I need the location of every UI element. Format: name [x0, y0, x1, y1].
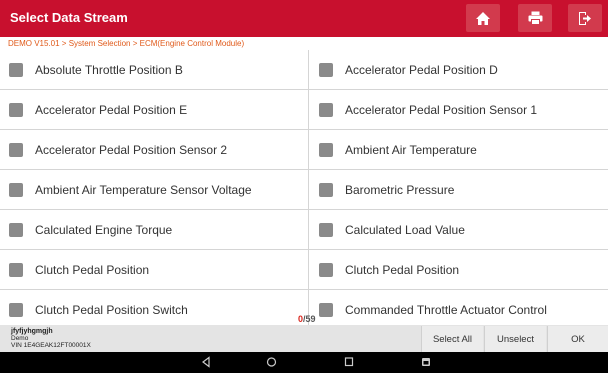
- screenshot-icon[interactable]: [421, 356, 431, 368]
- item-label: Clutch Pedal Position: [35, 262, 150, 277]
- item-label: Clutch Pedal Position Switch: [35, 302, 188, 317]
- list-item[interactable]: Calculated Engine Torque: [0, 210, 309, 249]
- item-label: Calculated Engine Torque: [35, 222, 173, 237]
- mode-label: Demo: [11, 335, 29, 342]
- unselect-button[interactable]: Unselect: [484, 326, 546, 352]
- exit-button[interactable]: [568, 4, 602, 32]
- list-row: Calculated Engine Torque Calculated Load…: [0, 210, 608, 250]
- checkbox[interactable]: [9, 62, 23, 77]
- list-item[interactable]: Accelerator Pedal Position Sensor 1: [310, 90, 608, 129]
- total-count: 59: [305, 314, 316, 324]
- home-icon: [476, 11, 490, 25]
- checkbox[interactable]: [319, 302, 333, 317]
- checkbox[interactable]: [319, 102, 333, 117]
- checkbox[interactable]: [9, 142, 23, 157]
- list-item[interactable]: Barometric Pressure: [310, 170, 608, 209]
- list-item[interactable]: Ambient Air Temperature: [310, 130, 608, 169]
- checkbox[interactable]: [9, 102, 23, 117]
- data-stream-list: Absolute Throttle Position B Accelerator…: [0, 50, 608, 325]
- page-title: Select Data Stream: [10, 10, 128, 25]
- back-icon[interactable]: [201, 356, 211, 368]
- item-label: Accelerator Pedal Position E: [35, 102, 188, 117]
- list-item[interactable]: Clutch Pedal Position Switch: [0, 290, 309, 325]
- checkbox[interactable]: [9, 222, 23, 237]
- vin-label: VIN 1E4GEAK12FT00001X: [11, 342, 91, 349]
- item-label: Clutch Pedal Position: [345, 262, 460, 277]
- item-label: Absolute Throttle Position B: [35, 62, 183, 77]
- home-circle-icon[interactable]: [266, 356, 277, 368]
- list-item[interactable]: Commanded Throttle Actuator Control: [310, 290, 608, 325]
- list-item[interactable]: Absolute Throttle Position B: [0, 50, 309, 89]
- item-label: Accelerator Pedal Position D: [345, 62, 498, 77]
- list-item[interactable]: Accelerator Pedal Position D: [310, 50, 608, 89]
- checkbox[interactable]: [9, 182, 23, 197]
- checkbox[interactable]: [319, 222, 333, 237]
- home-button[interactable]: [466, 4, 500, 32]
- list-row: Accelerator Pedal Position Sensor 2 Ambi…: [0, 130, 608, 170]
- app-window: Select Data Stream DEMO V15.01 > System …: [0, 0, 608, 373]
- footer-bar: jfyfjyhgmgjh Demo VIN 1E4GEAK12FT00001X …: [0, 325, 608, 352]
- print-button[interactable]: [518, 4, 552, 32]
- list-item[interactable]: Ambient Air Temperature Sensor Voltage: [0, 170, 309, 209]
- item-label: Accelerator Pedal Position Sensor 1: [345, 102, 538, 117]
- list-item[interactable]: Clutch Pedal Position: [0, 250, 309, 289]
- list-item[interactable]: Calculated Load Value: [310, 210, 608, 249]
- item-label: Commanded Throttle Actuator Control: [345, 302, 547, 317]
- checkbox[interactable]: [319, 182, 333, 197]
- item-label: Calculated Load Value: [345, 222, 465, 237]
- selection-counter: 0/59: [298, 314, 316, 324]
- list-row: Accelerator Pedal Position E Accelerator…: [0, 90, 608, 130]
- checkbox[interactable]: [319, 62, 333, 77]
- checkbox[interactable]: [319, 262, 333, 277]
- vehicle-info: jfyfjyhgmgjh Demo VIN 1E4GEAK12FT00001X: [11, 328, 91, 349]
- list-item[interactable]: Accelerator Pedal Position E: [0, 90, 309, 129]
- item-label: Ambient Air Temperature Sensor Voltage: [35, 182, 252, 197]
- print-icon: [528, 11, 542, 25]
- list-row: Clutch Pedal Position Clutch Pedal Posit…: [0, 250, 608, 290]
- item-label: Ambient Air Temperature: [345, 142, 477, 157]
- exit-icon: [579, 11, 591, 25]
- item-label: Barometric Pressure: [345, 182, 455, 197]
- list-item[interactable]: Clutch Pedal Position: [310, 250, 608, 289]
- checkbox[interactable]: [9, 302, 23, 317]
- checkbox[interactable]: [319, 142, 333, 157]
- breadcrumb: DEMO V15.01 > System Selection > ECM(Eng…: [0, 37, 608, 50]
- recents-icon[interactable]: [344, 356, 354, 368]
- list-row: Absolute Throttle Position B Accelerator…: [0, 50, 608, 90]
- list-row: Ambient Air Temperature Sensor Voltage B…: [0, 170, 608, 210]
- user-name: jfyfjyhgmgjh: [11, 328, 53, 335]
- checkbox[interactable]: [9, 262, 23, 277]
- ok-button[interactable]: OK: [547, 326, 608, 352]
- select-all-button[interactable]: Select All: [421, 326, 483, 352]
- list-item[interactable]: Accelerator Pedal Position Sensor 2: [0, 130, 309, 169]
- system-nav-bar: [0, 352, 608, 373]
- item-label: Accelerator Pedal Position Sensor 2: [35, 142, 228, 157]
- title-bar: Select Data Stream: [0, 0, 608, 37]
